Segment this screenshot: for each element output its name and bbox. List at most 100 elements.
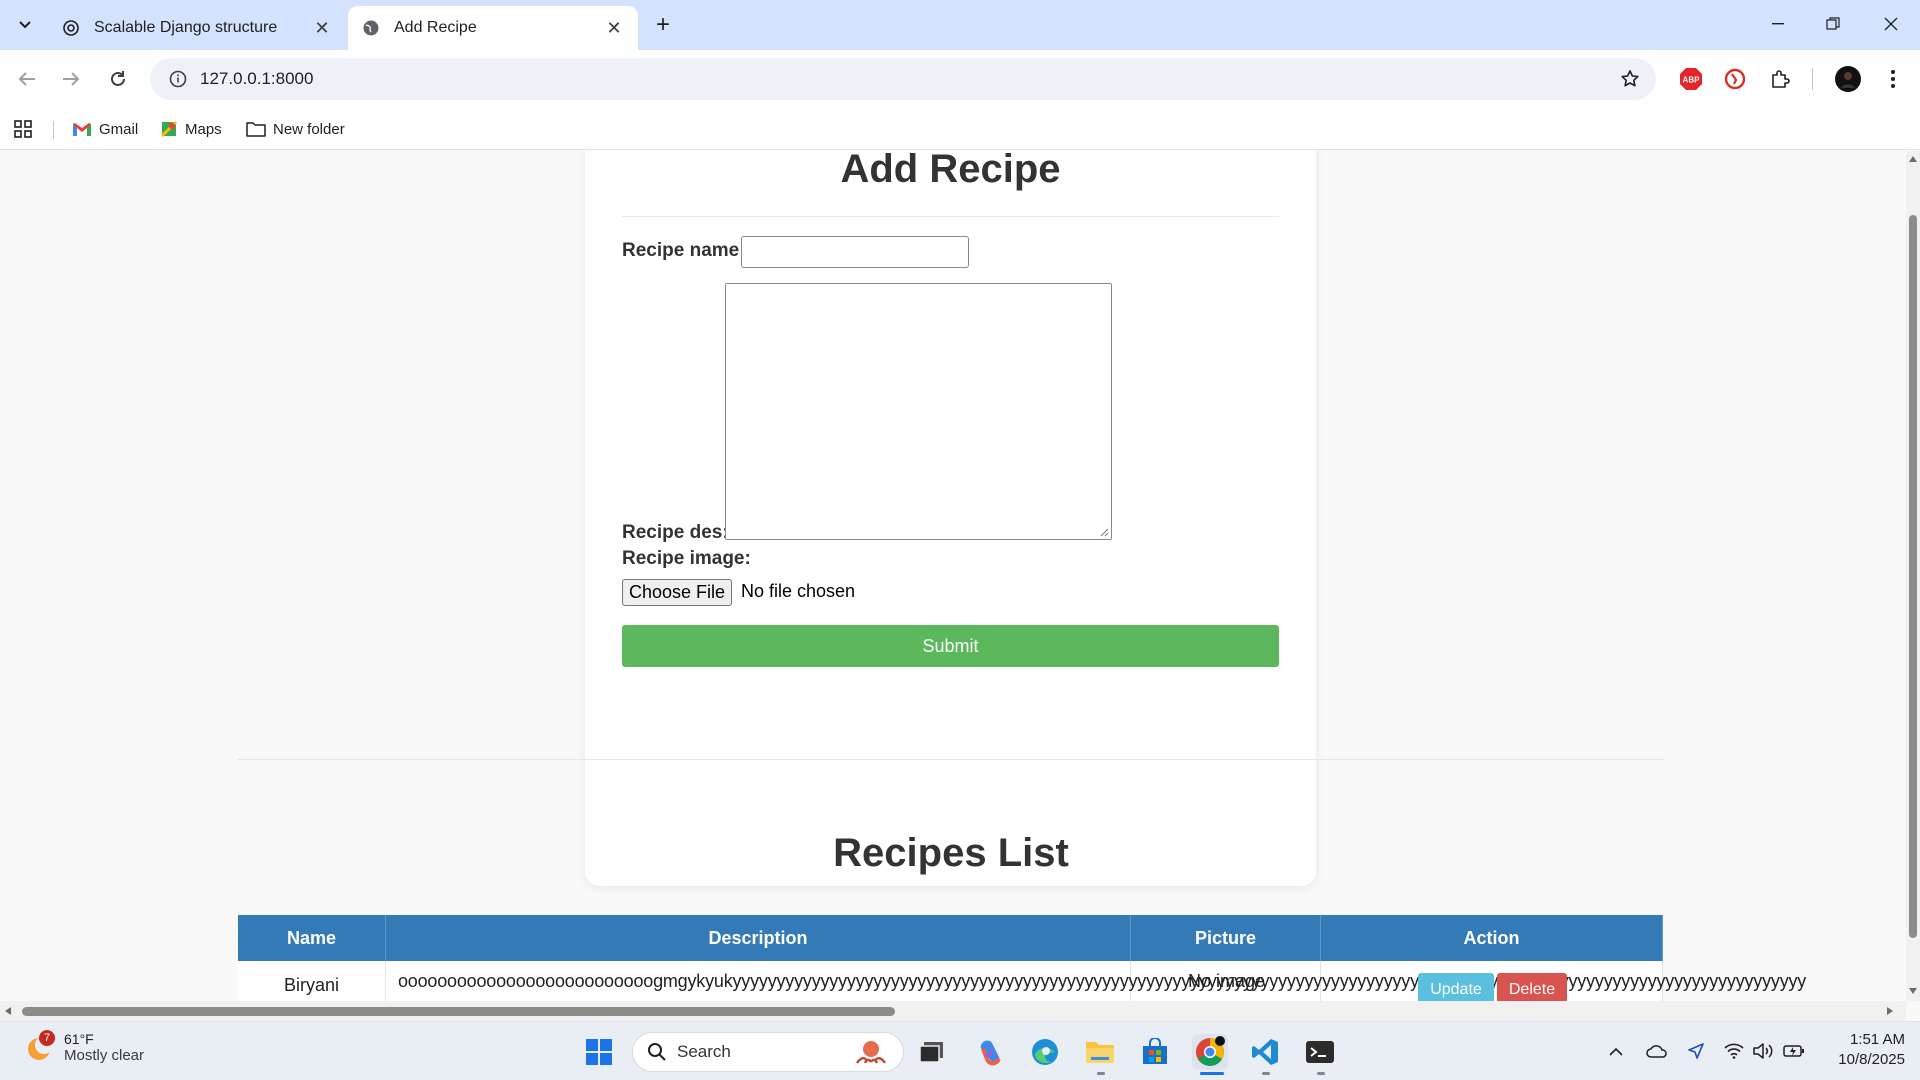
recipes-table: Name Description Picture Action Biryani … bbox=[238, 915, 1806, 1001]
bookmark-label: Maps bbox=[185, 120, 222, 138]
weather-widget[interactable]: 7 61°F Mostly clear bbox=[22, 1030, 144, 1064]
scroll-down-icon[interactable] bbox=[1908, 987, 1918, 995]
tab-title: Add Recipe bbox=[394, 19, 477, 36]
wifi-icon[interactable] bbox=[1722, 1040, 1746, 1062]
globe-icon bbox=[362, 19, 380, 37]
tab-suspender-icon[interactable] bbox=[1720, 64, 1750, 94]
recipe-description-label: Recipe des: bbox=[622, 522, 729, 543]
recipe-description-textarea[interactable] bbox=[725, 283, 1112, 540]
weather-temperature: 61°F bbox=[64, 1030, 94, 1047]
tab-scalable-django[interactable]: Scalable Django structure ✕ bbox=[48, 6, 346, 50]
copilot-button[interactable] bbox=[972, 1034, 1008, 1070]
forward-button[interactable] bbox=[56, 64, 86, 94]
edge-button[interactable] bbox=[1027, 1034, 1063, 1070]
vertical-scroll-thumb[interactable] bbox=[1909, 215, 1917, 938]
close-icon[interactable]: ✕ bbox=[604, 18, 624, 38]
restore-button[interactable] bbox=[1813, 8, 1853, 40]
horizontal-scrollbar[interactable] bbox=[0, 1001, 1906, 1021]
terminal-button[interactable] bbox=[1302, 1034, 1338, 1070]
vertical-scrollbar[interactable] bbox=[1906, 151, 1920, 1001]
microsoft-store-button[interactable] bbox=[1137, 1034, 1173, 1070]
vscode-button[interactable] bbox=[1247, 1034, 1283, 1070]
submit-button[interactable]: Submit bbox=[622, 625, 1279, 667]
bookmark-new-folder[interactable]: New folder bbox=[246, 116, 345, 142]
minimize-button[interactable] bbox=[1758, 8, 1798, 40]
chevron-up-icon bbox=[1609, 1047, 1623, 1056]
table-header: Name Description Picture Action bbox=[238, 915, 1663, 961]
toolbar-divider bbox=[1812, 68, 1813, 90]
volume-icon[interactable] bbox=[1752, 1040, 1776, 1062]
page-title: Add Recipe bbox=[840, 151, 1061, 191]
folder-icon bbox=[1086, 1042, 1114, 1063]
table-row: Biryani oooooooooooooooooooooooooogmgyky… bbox=[238, 961, 1806, 1001]
column-header-action: Action bbox=[1321, 915, 1663, 961]
bookmark-gmail[interactable]: Gmail bbox=[72, 116, 138, 142]
copilot-icon bbox=[980, 1040, 1001, 1066]
onedrive-icon[interactable] bbox=[1644, 1040, 1670, 1062]
start-button[interactable] bbox=[581, 1034, 617, 1070]
adblock-plus-icon[interactable]: ABP bbox=[1676, 64, 1706, 94]
scroll-left-icon[interactable] bbox=[4, 1006, 12, 1016]
back-button[interactable] bbox=[12, 64, 42, 94]
arrow-right-icon bbox=[63, 72, 80, 86]
recipe-description-text: oooooooooooooooooooooooooogmgykyukyyyyyy… bbox=[398, 971, 1807, 991]
system-clock[interactable]: 1:51 AM 10/8/2025 bbox=[1820, 1030, 1905, 1070]
clock-date: 10/8/2025 bbox=[1838, 1051, 1905, 1068]
tab-title: Scalable Django structure bbox=[94, 19, 278, 36]
location-icon[interactable] bbox=[1684, 1040, 1708, 1062]
gmail-icon bbox=[72, 122, 92, 137]
folder-icon bbox=[246, 121, 266, 137]
resize-handle-icon[interactable] bbox=[1099, 527, 1109, 537]
update-button[interactable]: Update bbox=[1418, 973, 1494, 1001]
profile-avatar[interactable] bbox=[1833, 64, 1863, 94]
battery-icon[interactable] bbox=[1782, 1040, 1806, 1062]
url-text: 127.0.0.1:8000 bbox=[200, 69, 314, 88]
horizontal-scroll-thumb[interactable] bbox=[22, 1007, 895, 1016]
search-highlight-icon bbox=[856, 1041, 886, 1064]
picture-text: No image bbox=[1188, 971, 1266, 991]
tab-search-button[interactable] bbox=[12, 12, 38, 38]
section-divider bbox=[238, 759, 1664, 760]
apps-button[interactable] bbox=[13, 116, 33, 142]
bookmark-maps[interactable]: Maps bbox=[160, 116, 222, 142]
clock-time: 1:51 AM bbox=[1849, 1031, 1905, 1048]
address-bar[interactable]: 127.0.0.1:8000 bbox=[150, 58, 1656, 100]
more-vert-icon bbox=[1891, 70, 1895, 88]
file-explorer-button[interactable] bbox=[1082, 1034, 1118, 1070]
bookmark-star-icon[interactable] bbox=[1618, 67, 1642, 91]
choose-file-button[interactable]: Choose File bbox=[622, 579, 733, 606]
avatar-icon bbox=[1835, 66, 1861, 92]
extensions-icon[interactable] bbox=[1766, 64, 1796, 94]
tab-add-recipe[interactable]: Add Recipe ✕ bbox=[348, 6, 638, 50]
scroll-up-icon[interactable] bbox=[1908, 155, 1918, 163]
close-icon[interactable]: ✕ bbox=[312, 18, 332, 38]
windows-logo-icon bbox=[586, 1039, 612, 1065]
minimize-icon bbox=[1772, 23, 1784, 25]
show-hidden-icons-button[interactable] bbox=[1605, 1040, 1627, 1062]
weather-condition: Mostly clear bbox=[64, 1046, 145, 1064]
column-header-picture: Picture bbox=[1131, 915, 1321, 961]
active-indicator bbox=[1200, 1072, 1224, 1075]
site-info-icon[interactable] bbox=[156, 70, 200, 88]
scroll-right-icon[interactable] bbox=[1886, 1006, 1894, 1016]
running-indicator bbox=[1262, 1072, 1270, 1075]
recipe-name-label: Recipe name: bbox=[622, 240, 746, 261]
maps-icon bbox=[160, 120, 178, 138]
search-label: Search bbox=[677, 1042, 731, 1061]
running-indicator bbox=[1097, 1072, 1105, 1075]
browser-menu-button[interactable] bbox=[1878, 64, 1908, 94]
chrome-button[interactable] bbox=[1192, 1034, 1228, 1070]
close-window-button[interactable] bbox=[1871, 8, 1911, 40]
delete-button[interactable]: Delete bbox=[1497, 973, 1567, 1001]
taskbar-search[interactable]: Search bbox=[632, 1032, 904, 1072]
bookmark-label: Gmail bbox=[99, 120, 139, 138]
task-view-icon bbox=[919, 1042, 943, 1063]
bookmarks-bar: Gmail Maps New folder bbox=[0, 108, 1920, 150]
task-view-button[interactable] bbox=[914, 1034, 950, 1070]
svg-text:ABP: ABP bbox=[1683, 76, 1701, 85]
new-tab-button[interactable]: + bbox=[650, 11, 676, 38]
recipe-name-input[interactable] bbox=[741, 236, 969, 268]
page-viewport: Add Recipe Recipe name: Recipe des: Reci… bbox=[0, 151, 1906, 1001]
search-icon bbox=[648, 1043, 666, 1061]
reload-button[interactable] bbox=[103, 64, 133, 94]
